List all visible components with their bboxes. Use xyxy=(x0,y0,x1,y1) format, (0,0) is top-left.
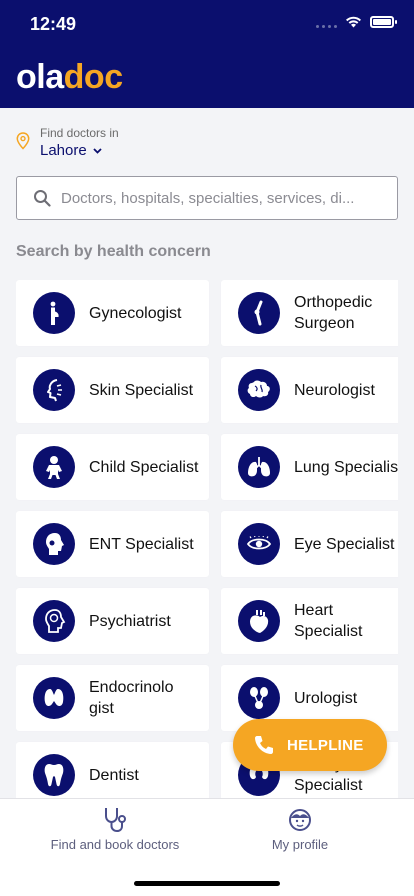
pregnant-woman-icon xyxy=(33,292,75,334)
concern-label: Gynecologist xyxy=(89,304,182,322)
concern-label: Child Specialist xyxy=(89,458,199,476)
profile-face-icon xyxy=(262,807,338,833)
head-mind-icon xyxy=(33,600,75,642)
baby-icon xyxy=(33,446,75,488)
stethoscope-icon xyxy=(47,807,183,833)
tab-label: Find and book doctors xyxy=(50,837,180,852)
search-placeholder: Doctors, hospitals, specialties, service… xyxy=(61,189,355,207)
concern-card-heart-specialist[interactable]: Heart Specialist xyxy=(221,588,398,654)
chevron-down-icon xyxy=(93,147,102,154)
concern-card-eye-specialist[interactable]: Eye Specialist xyxy=(221,511,398,577)
concern-label: Urologist xyxy=(294,689,358,707)
concern-card-dentist[interactable]: Dentist xyxy=(16,742,209,798)
wifi-icon xyxy=(346,16,361,28)
concern-label: ENT Specialist xyxy=(89,535,194,553)
status-bar: 12:49 xyxy=(0,0,414,48)
concern-card-lung-specialist[interactable]: Lung Specialist xyxy=(221,434,398,500)
tab-label: My profile xyxy=(271,837,329,852)
status-time: 12:49 xyxy=(30,14,77,34)
oladoc-logo: oladoc xyxy=(16,58,123,96)
concern-label: Endocrinolo gist xyxy=(89,679,174,717)
face-skin-icon xyxy=(33,369,75,411)
concern-label: Heart Specialist xyxy=(294,602,363,640)
status-icons xyxy=(316,16,397,28)
brain-icon xyxy=(238,369,280,411)
concern-card-endocrinologist[interactable]: Endocrinolo gist xyxy=(16,665,209,731)
concern-label: Eye Specialist xyxy=(294,535,395,553)
concern-label: Orthopedic Surgeon xyxy=(294,294,373,332)
search-input[interactable]: Doctors, hospitals, specialties, service… xyxy=(16,176,398,220)
search-icon xyxy=(33,189,51,207)
concern-card-gynecologist[interactable]: Gynecologist xyxy=(16,280,209,346)
thyroid-icon xyxy=(33,677,75,719)
concern-label: Skin Specialist xyxy=(89,381,194,399)
heart-icon xyxy=(238,600,280,642)
location-city-name: Lahore xyxy=(40,142,87,159)
concern-card-psychiatrist[interactable]: Psychiatrist xyxy=(16,588,209,654)
bone-joint-icon xyxy=(238,292,280,334)
tooth-icon xyxy=(33,754,75,796)
battery-icon xyxy=(370,16,397,28)
tab-find-and-book-doctors[interactable]: Find and book doctors xyxy=(47,807,183,852)
app-header: 12:49 oladoc xyxy=(0,0,414,108)
concern-label: Psychiatrist xyxy=(89,612,171,630)
location-city[interactable]: Lahore xyxy=(40,142,102,159)
concern-label: Neurologist xyxy=(294,381,375,399)
helpline-label: HELPLINE xyxy=(287,736,364,754)
phone-icon xyxy=(253,734,275,756)
concern-card-ent-specialist[interactable]: ENT Specialist xyxy=(16,511,209,577)
concern-card-child-specialist[interactable]: Child Specialist xyxy=(16,434,209,500)
eye-icon xyxy=(238,523,280,565)
concern-label: Lung Specialist xyxy=(294,458,398,476)
location-label: Find doctors in xyxy=(40,126,119,140)
home-indicator xyxy=(134,881,280,886)
head-throat-icon xyxy=(33,523,75,565)
concern-card-orthopedic-surgeon[interactable]: Orthopedic Surgeon xyxy=(221,280,398,346)
map-pin-icon xyxy=(16,132,30,150)
concern-card-neurologist[interactable]: Neurologist xyxy=(221,357,398,423)
kidney-bladder-icon xyxy=(238,677,280,719)
tab-my-profile[interactable]: My profile xyxy=(262,807,338,852)
section-title: Search by health concern xyxy=(16,243,211,260)
concern-card-skin-specialist[interactable]: Skin Specialist xyxy=(16,357,209,423)
helpline-button[interactable]: HELPLINE xyxy=(233,719,387,771)
concern-label: Dentist xyxy=(89,766,139,784)
signal-icon xyxy=(316,16,337,28)
lungs-icon xyxy=(238,446,280,488)
